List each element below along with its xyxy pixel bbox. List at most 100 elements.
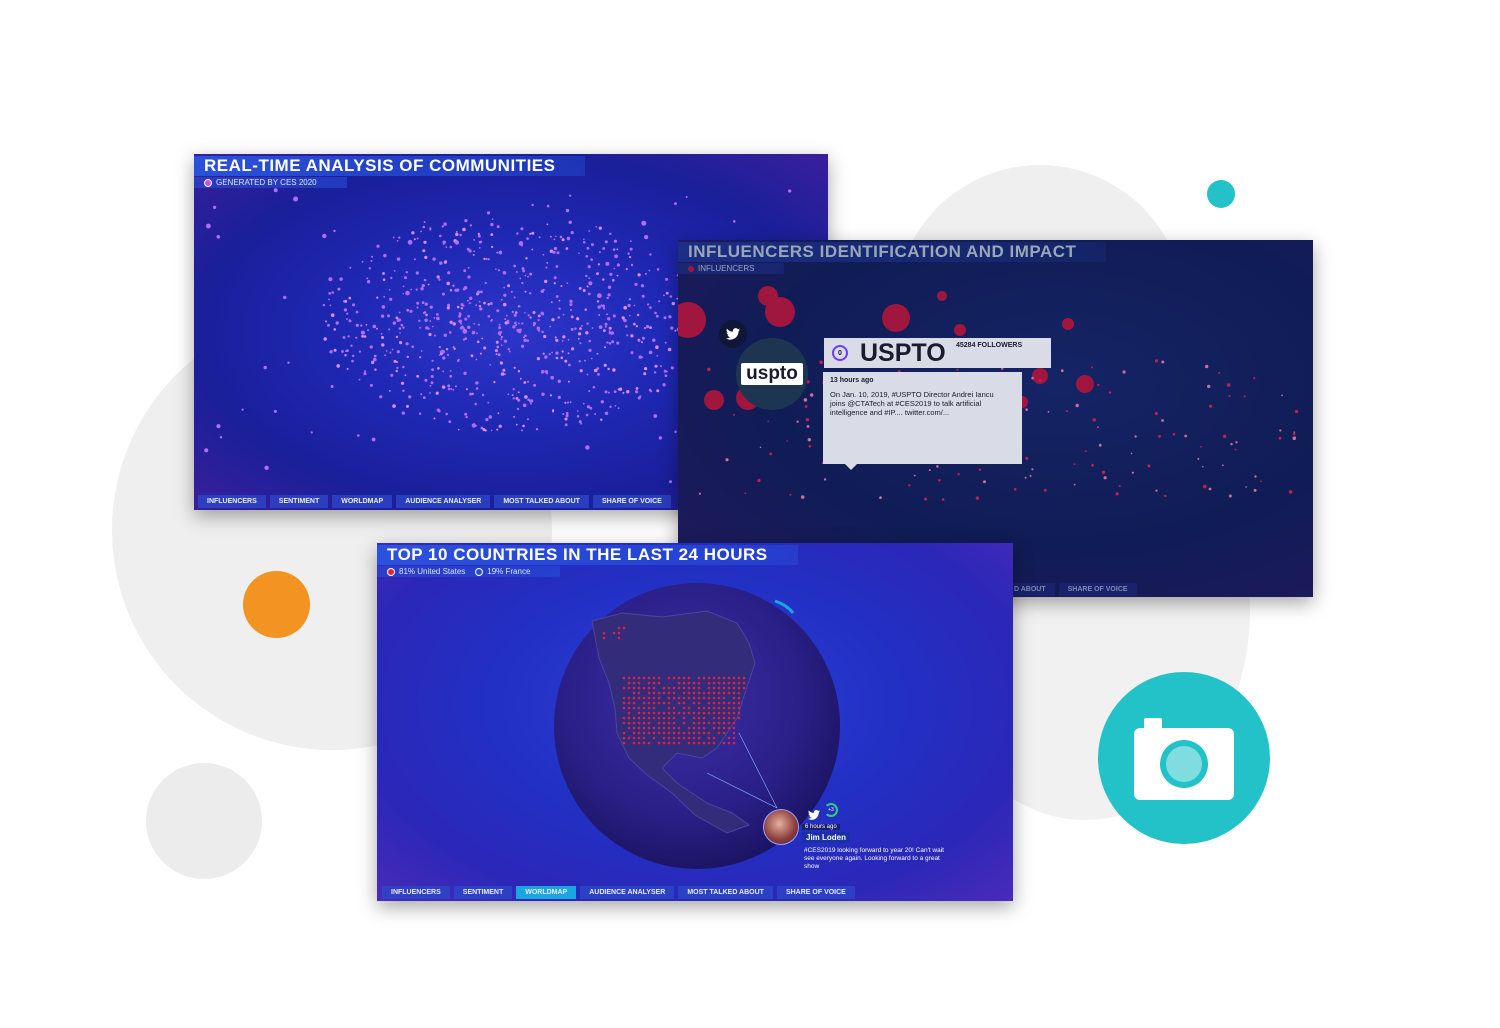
community-node: [557, 316, 560, 319]
community-node: [510, 290, 513, 293]
influencer-node: [1184, 434, 1188, 438]
influencer-node: [1222, 464, 1224, 467]
community-node: [447, 271, 451, 275]
community-node: [496, 225, 500, 229]
community-node: [555, 356, 559, 360]
community-node: [442, 370, 445, 373]
community-node: [640, 284, 645, 288]
community-node: [396, 319, 400, 322]
influencer-node: [1197, 457, 1200, 460]
community-node: [447, 387, 451, 391]
nav-sentiment[interactable]: SENTIMENT: [269, 495, 329, 508]
community-node: [390, 276, 393, 280]
community-node: [553, 276, 557, 280]
community-node: [643, 326, 647, 330]
community-node: [216, 424, 221, 429]
tweet-density-dot: [672, 676, 676, 680]
tweet-density-dot: [732, 721, 736, 725]
tweet-density-dot: [722, 676, 726, 680]
tweet-user[interactable]: Jim Loden: [802, 832, 851, 843]
influencer-node: [1108, 391, 1112, 394]
community-node: [264, 465, 269, 470]
nav-share-of-voice[interactable]: SHARE OF VOICE: [776, 886, 855, 899]
nav-sentiment[interactable]: SENTIMENT: [453, 886, 513, 899]
community-node: [585, 445, 590, 450]
nav-most-talked-about[interactable]: MOST TALKED ABOUT: [494, 495, 589, 508]
community-node: [366, 277, 369, 280]
community-node: [515, 324, 518, 326]
community-node: [588, 348, 592, 352]
tweet-avatar[interactable]: [763, 809, 799, 845]
community-node: [788, 189, 792, 193]
influencer-node: [1029, 474, 1032, 477]
community-node: [452, 346, 455, 348]
community-node: [555, 295, 559, 298]
community-node: [365, 323, 368, 326]
community-node: [373, 357, 377, 362]
tweet-density-dot: [667, 701, 671, 705]
community-node: [483, 346, 487, 350]
community-node: [500, 344, 503, 346]
tweet-density-dot: [717, 721, 721, 725]
community-node: [429, 392, 431, 394]
nav-worldmap[interactable]: WORLDMAP: [516, 886, 577, 899]
community-node: [529, 272, 533, 276]
community-node: [463, 269, 467, 273]
community-node: [569, 299, 573, 303]
community-node: [626, 334, 629, 337]
community-node: [663, 369, 667, 373]
tweet-density-dot: [712, 696, 716, 700]
tweet-density-dot: [617, 626, 621, 630]
nav-audience-analyser[interactable]: AUDIENCE ANALYSER: [580, 886, 675, 899]
camera-button[interactable]: [1098, 672, 1270, 844]
nav-influencers[interactable]: INFLUENCERS: [198, 495, 266, 508]
profile-header: 0 USPTO 45284 FOLLOWERS: [824, 338, 1051, 368]
community-node: [607, 293, 611, 297]
community-node: [404, 276, 407, 280]
nav-share-of-voice[interactable]: SHARE OF VOICE: [592, 495, 671, 508]
tweet-density-dot: [742, 676, 746, 680]
community-node: [433, 334, 436, 337]
community-node: [442, 356, 446, 360]
community-node: [524, 274, 527, 277]
community-node: [527, 314, 530, 317]
community-node: [536, 357, 540, 361]
tweet-density-dot: [667, 706, 671, 710]
community-node: [376, 244, 380, 248]
community-node: [531, 231, 535, 235]
tweet-density-dot: [667, 716, 671, 720]
tweet-density-dot: [622, 731, 626, 735]
tweet-density-dot: [692, 686, 696, 690]
community-node: [283, 295, 287, 300]
nav-worldmap[interactable]: WORLDMAP: [332, 495, 393, 508]
tweet-density-dot: [712, 741, 716, 745]
community-node: [628, 256, 632, 259]
nav-audience-analyser[interactable]: AUDIENCE ANALYSER: [396, 495, 491, 508]
tweet-density-dot: [657, 711, 661, 715]
community-node: [621, 316, 625, 320]
community-node: [612, 368, 616, 372]
community-node: [527, 275, 529, 278]
bg-circle-small-left: [146, 763, 262, 879]
tweet-density-dot: [702, 711, 706, 715]
community-node: [546, 262, 549, 264]
community-node: [567, 352, 570, 355]
community-node: [497, 331, 502, 335]
influencer-node: [1155, 359, 1159, 363]
community-node: [579, 369, 583, 373]
community-node: [521, 429, 523, 432]
influencer-node: [1097, 383, 1100, 387]
community-node: [531, 248, 534, 251]
community-node: [549, 394, 552, 397]
twitter-badge[interactable]: [719, 320, 747, 348]
community-node: [423, 240, 427, 244]
nav-influencers[interactable]: INFLUENCERS: [382, 886, 450, 899]
tweet-density-dot: [647, 686, 651, 690]
community-node: [512, 326, 515, 328]
nav-share-of-voice[interactable]: SHARE OF VOICE: [1058, 583, 1137, 596]
uspto-avatar[interactable]: uspto: [736, 338, 808, 410]
nav-most-talked-about[interactable]: MOST TALKED ABOUT: [678, 886, 773, 899]
tweet-density-dot: [642, 721, 646, 725]
community-node: [456, 288, 460, 292]
community-node: [331, 291, 334, 294]
